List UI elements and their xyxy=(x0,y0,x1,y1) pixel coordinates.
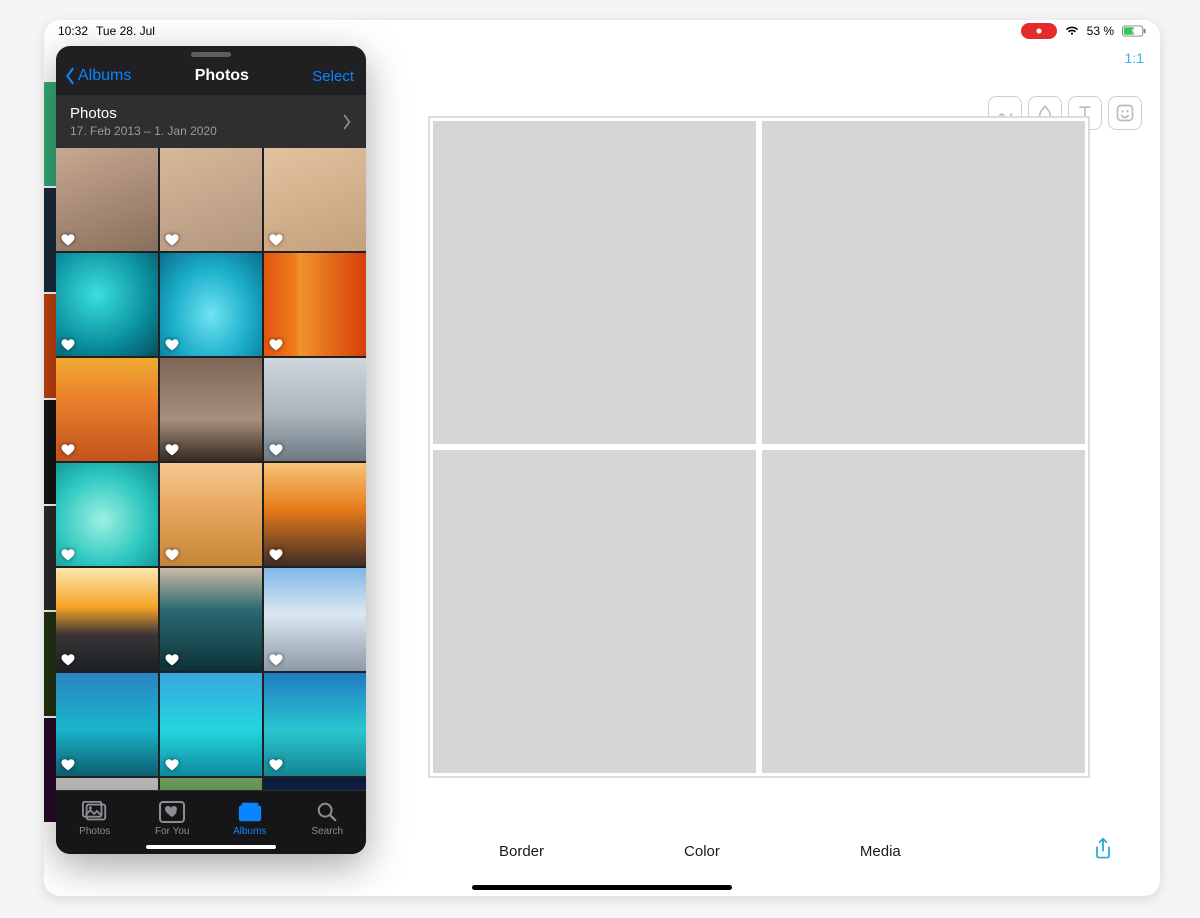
favorite-icon xyxy=(269,758,283,771)
tab-label: Albums xyxy=(233,826,266,837)
favorite-icon xyxy=(61,548,75,561)
favorite-icon xyxy=(61,653,75,666)
photos-picker-popover: Albums Photos Select Photos 17. Feb 2013… xyxy=(56,46,366,854)
thumb-item[interactable] xyxy=(160,568,262,671)
favorite-icon xyxy=(269,548,283,561)
chevron-left-icon xyxy=(64,67,76,85)
tab-photos[interactable]: Photos xyxy=(60,801,130,837)
thumb-item[interactable] xyxy=(264,778,366,790)
thumb-item[interactable] xyxy=(56,358,158,461)
collage-slot-2[interactable] xyxy=(762,121,1085,444)
thumb-item[interactable] xyxy=(264,568,366,671)
battery-icon xyxy=(1122,25,1146,37)
thumb-item[interactable] xyxy=(264,148,366,251)
select-button[interactable]: Select xyxy=(312,68,354,85)
background-strip xyxy=(44,82,56,822)
favorite-icon xyxy=(165,548,179,561)
aspect-ratio-button[interactable]: 1:1 xyxy=(1125,50,1144,66)
tab-label: For You xyxy=(155,826,189,837)
favorite-icon xyxy=(165,233,179,246)
back-label: Albums xyxy=(78,67,131,85)
share-button[interactable] xyxy=(1092,837,1114,865)
tab-albums[interactable]: Albums xyxy=(215,801,285,837)
status-left: 10:32 Tue 28. Jul xyxy=(58,24,155,38)
tab-search[interactable]: Search xyxy=(292,801,362,837)
thumb-item[interactable] xyxy=(160,673,262,776)
thumb-item[interactable] xyxy=(160,253,262,356)
tab-for-you[interactable]: For You xyxy=(137,801,207,837)
chevron-right-icon xyxy=(342,114,352,130)
thumb-item[interactable] xyxy=(264,358,366,461)
app-window: 10:32 Tue 28. Jul 53 % 1:1 xyxy=(44,20,1160,896)
border-button[interactable]: Border xyxy=(499,843,544,860)
thumb-item[interactable] xyxy=(264,253,366,356)
moment-header[interactable]: Photos 17. Feb 2013 – 1. Jan 2020 xyxy=(56,95,366,148)
thumb-item[interactable] xyxy=(56,673,158,776)
battery-label: 53 % xyxy=(1087,24,1114,38)
favorite-icon xyxy=(61,233,75,246)
tab-label: Photos xyxy=(79,826,110,837)
thumb-item[interactable] xyxy=(160,358,262,461)
tab-label: Search xyxy=(311,826,343,837)
thumb-item[interactable] xyxy=(160,778,262,790)
for-you-icon xyxy=(159,801,185,823)
thumb-item[interactable] xyxy=(56,778,158,790)
media-button[interactable]: Media xyxy=(860,843,901,860)
popover-home-indicator[interactable] xyxy=(146,845,276,849)
moment-date-range: 17. Feb 2013 – 1. Jan 2020 xyxy=(70,124,217,138)
back-button[interactable]: Albums xyxy=(64,67,131,85)
thumb-item[interactable] xyxy=(160,463,262,566)
sticker-tool[interactable] xyxy=(1108,96,1142,130)
status-date: Tue 28. Jul xyxy=(96,24,155,38)
favorite-icon xyxy=(269,443,283,456)
home-indicator[interactable] xyxy=(472,885,732,890)
status-right: 53 % xyxy=(1021,23,1146,39)
thumb-item[interactable] xyxy=(56,148,158,251)
favorite-icon xyxy=(165,758,179,771)
color-button[interactable]: Color xyxy=(684,843,720,860)
collage-canvas[interactable] xyxy=(428,116,1090,778)
favorite-icon xyxy=(61,758,75,771)
favorite-icon xyxy=(61,338,75,351)
popover-grabber[interactable] xyxy=(191,52,231,57)
favorite-icon xyxy=(165,653,179,666)
thumb-item[interactable] xyxy=(160,148,262,251)
thumb-item[interactable] xyxy=(56,568,158,671)
thumb-item[interactable] xyxy=(264,673,366,776)
popover-header: Albums Photos Select xyxy=(56,61,366,95)
popover-title: Photos xyxy=(195,67,249,85)
favorite-icon xyxy=(165,338,179,351)
collage-slot-4[interactable] xyxy=(762,450,1085,773)
favorite-icon xyxy=(165,443,179,456)
moment-title: Photos xyxy=(70,105,217,122)
screen-recording-pill[interactable] xyxy=(1021,23,1057,39)
thumb-item[interactable] xyxy=(56,463,158,566)
search-icon xyxy=(314,801,340,823)
photos-icon xyxy=(82,801,108,823)
status-bar: 10:32 Tue 28. Jul 53 % xyxy=(44,20,1160,42)
thumbnail-grid[interactable] xyxy=(56,148,366,790)
status-time: 10:32 xyxy=(58,24,88,38)
wifi-icon xyxy=(1065,26,1079,36)
favorite-icon xyxy=(269,653,283,666)
collage-slot-3[interactable] xyxy=(433,450,756,773)
favorite-icon xyxy=(269,338,283,351)
favorite-icon xyxy=(61,443,75,456)
favorite-icon xyxy=(269,233,283,246)
thumb-item[interactable] xyxy=(264,463,366,566)
thumb-item[interactable] xyxy=(56,253,158,356)
collage-slot-1[interactable] xyxy=(433,121,756,444)
bottom-toolbar: Border Color Media xyxy=(389,826,1142,876)
albums-icon xyxy=(237,801,263,823)
